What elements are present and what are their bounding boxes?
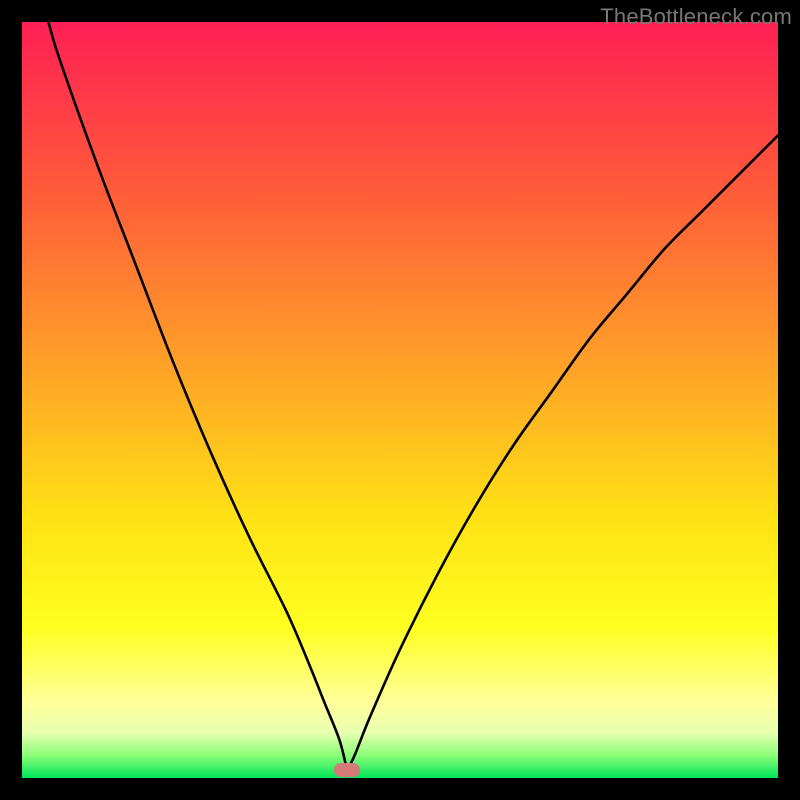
watermark-text: TheBottleneck.com <box>600 4 792 30</box>
plot-area <box>22 22 778 778</box>
minimum-marker <box>334 763 360 777</box>
chart-container: TheBottleneck.com <box>0 0 800 800</box>
bottleneck-curve <box>22 22 778 778</box>
